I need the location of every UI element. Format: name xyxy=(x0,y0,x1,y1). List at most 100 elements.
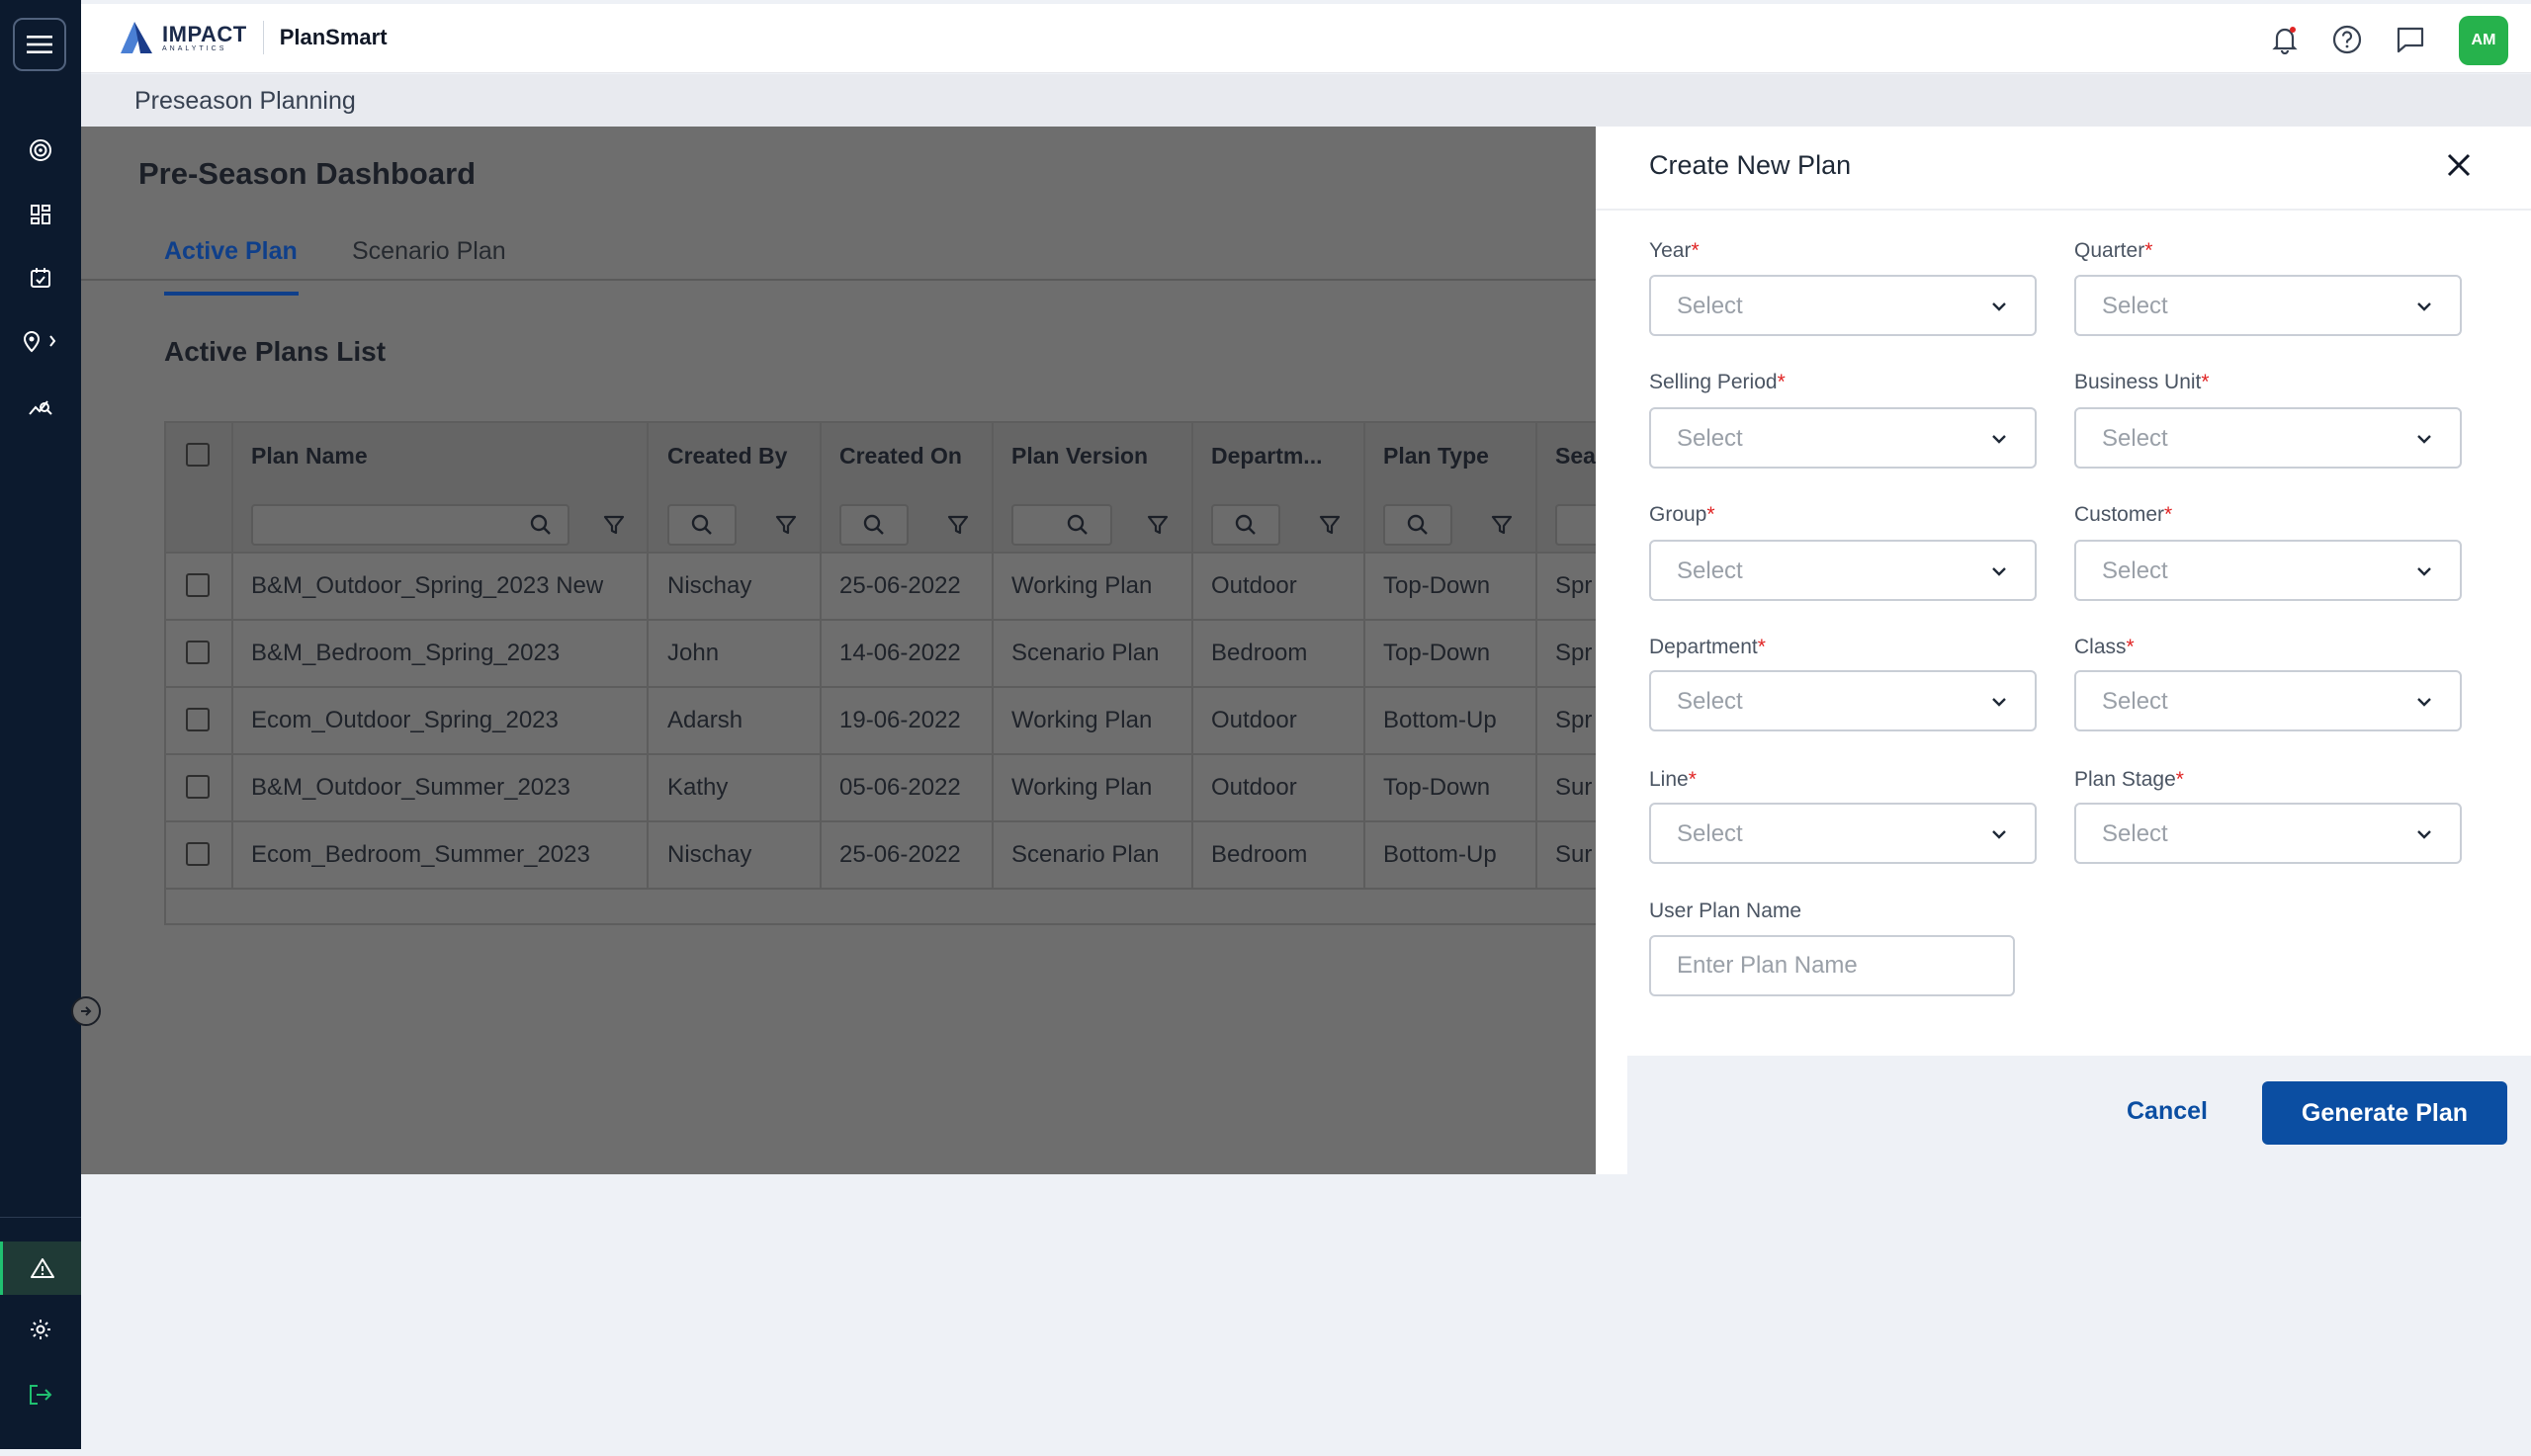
cell-created-on: 25-06-2022 xyxy=(839,572,961,599)
customer-select[interactable]: Select xyxy=(2074,540,2462,601)
row-checkbox[interactable] xyxy=(186,641,210,664)
target-icon xyxy=(30,139,51,161)
year-label: Year* xyxy=(1649,239,1700,263)
cell-department: Bedroom xyxy=(1211,640,1308,666)
column-header-created-by[interactable]: Created By xyxy=(667,443,787,470)
business-unit-select-value: Select xyxy=(2102,425,2168,452)
table-row[interactable]: B&M_Bedroom_Spring_2023 John 14-06-2022 … xyxy=(166,621,1596,688)
user-plan-name-input[interactable] xyxy=(1651,937,2013,994)
generate-plan-button[interactable]: Generate Plan xyxy=(2262,1081,2507,1145)
search-icon[interactable] xyxy=(528,512,554,538)
group-select[interactable]: Select xyxy=(1649,540,2037,601)
sidebar-item-target[interactable] xyxy=(0,126,81,175)
row-checkbox[interactable] xyxy=(186,573,210,597)
sidebar-item-alerts[interactable] xyxy=(0,1242,81,1295)
department-select[interactable]: Select xyxy=(1649,670,2037,731)
subheader: Preseason Planning xyxy=(81,74,2531,128)
plan-stage-label-text: Plan Stage xyxy=(2074,768,2176,791)
plan-name-search-input[interactable] xyxy=(251,504,569,546)
selling-period-select[interactable]: Select xyxy=(1649,407,2037,469)
chevron-down-icon xyxy=(1992,698,2006,707)
line-select[interactable]: Select xyxy=(1649,803,2037,864)
selling-period-label: Selling Period* xyxy=(1649,371,1786,394)
chat-icon xyxy=(2397,27,2424,53)
top-header: IMPACT ANALYTICS PlanSmart AM xyxy=(81,4,2531,73)
required-marker: * xyxy=(1691,239,1700,262)
cell-plan-version: Scenario Plan xyxy=(1011,640,1160,666)
calendar-check-icon xyxy=(31,268,50,288)
cell-department: Outdoor xyxy=(1211,572,1297,599)
line-select-value: Select xyxy=(1677,820,1743,847)
company-logo[interactable]: IMPACT ANALYTICS PlanSmart xyxy=(117,18,388,57)
column-header-plan-type[interactable]: Plan Type xyxy=(1383,443,1489,470)
table-row[interactable]: B&M_Outdoor_Spring_2023 New Nischay 25-0… xyxy=(166,554,1596,621)
cell-created-on: 14-06-2022 xyxy=(839,640,961,666)
quarter-select[interactable]: Select xyxy=(2074,275,2462,336)
table-row[interactable]: Ecom_Outdoor_Spring_2023 Adarsh 19-06-20… xyxy=(166,688,1596,755)
cancel-button[interactable]: Cancel xyxy=(2127,1097,2208,1126)
app-name: PlanSmart xyxy=(279,25,388,49)
sidebar-item-settings[interactable] xyxy=(0,1305,81,1354)
drawer-footer: Cancel Generate Plan xyxy=(1627,1056,2531,1174)
messages-button[interactable] xyxy=(2395,24,2426,55)
chevron-down-icon xyxy=(1992,567,2006,576)
year-select-value: Select xyxy=(1677,293,1743,319)
row-checkbox[interactable] xyxy=(186,708,210,731)
filter-icon[interactable] xyxy=(945,512,971,538)
impact-logo-icon xyxy=(121,22,152,53)
user-plan-name-field[interactable] xyxy=(1649,935,2015,996)
sidebar-item-location[interactable] xyxy=(0,316,81,366)
year-select[interactable]: Select xyxy=(1649,275,2037,336)
filter-icon[interactable] xyxy=(773,512,799,538)
search-icon xyxy=(1235,514,1256,535)
plan-stage-select-value: Select xyxy=(2102,820,2168,847)
column-header-season[interactable]: Sea xyxy=(1555,443,1596,470)
chevron-down-icon xyxy=(1992,435,2006,444)
sidebar-expand-button[interactable] xyxy=(71,996,101,1026)
help-button[interactable] xyxy=(2331,24,2363,55)
chevron-down-icon xyxy=(2417,567,2431,576)
dashboard-icon xyxy=(31,205,50,224)
sidebar-item-analytics[interactable] xyxy=(0,382,81,431)
analytics-icon xyxy=(29,400,52,415)
close-drawer-button[interactable] xyxy=(2442,148,2476,182)
filter-icon[interactable] xyxy=(1317,512,1343,538)
drawer-title: Create New Plan xyxy=(1649,150,1852,180)
select-all-checkbox[interactable] xyxy=(186,443,210,467)
class-select[interactable]: Select xyxy=(2074,670,2462,731)
filter-icon[interactable] xyxy=(1145,512,1171,538)
hamburger-menu-button[interactable] xyxy=(13,18,66,71)
cell-plan-version: Working Plan xyxy=(1011,572,1153,599)
required-marker: * xyxy=(2126,636,2135,658)
sidebar-item-logout[interactable] xyxy=(0,1370,81,1419)
tab-scenario-plan[interactable]: Scenario Plan xyxy=(352,237,506,266)
plan-version-search-button[interactable] xyxy=(1011,504,1112,546)
business-unit-select[interactable]: Select xyxy=(2074,407,2462,469)
sidebar-item-planning[interactable] xyxy=(0,253,81,302)
filter-icon[interactable] xyxy=(1489,512,1515,538)
chevron-down-icon xyxy=(2417,698,2431,707)
cell-created-on: 19-06-2022 xyxy=(839,707,961,733)
table-row[interactable]: Ecom_Bedroom_Summer_2023 Nischay 25-06-2… xyxy=(166,822,1596,890)
drawer-divider xyxy=(1596,209,2531,211)
tab-active-plan[interactable]: Active Plan xyxy=(164,237,298,266)
cell-plan-type: Bottom-Up xyxy=(1383,841,1497,868)
department-label: Department* xyxy=(1649,636,1766,659)
row-checkbox[interactable] xyxy=(186,842,210,866)
column-header-created-on[interactable]: Created On xyxy=(839,443,962,470)
plan-stage-select[interactable]: Select xyxy=(2074,803,2462,864)
main-content-overlay: Pre-Season Dashboard Active Plan Scenari… xyxy=(81,127,1596,1174)
column-header-plan-name[interactable]: Plan Name xyxy=(251,443,368,470)
search-icon xyxy=(863,514,884,535)
filter-icon[interactable] xyxy=(601,512,627,538)
table-row[interactable]: B&M_Outdoor_Summer_2023 Kathy 05-06-2022… xyxy=(166,755,1596,822)
notifications-button[interactable] xyxy=(2269,24,2301,55)
season-search-button[interactable] xyxy=(1555,504,1596,546)
column-header-department[interactable]: Departm... xyxy=(1211,443,1322,470)
line-label: Line* xyxy=(1649,768,1697,792)
cell-plan-version: Scenario Plan xyxy=(1011,841,1160,868)
row-checkbox[interactable] xyxy=(186,775,210,799)
column-header-plan-version[interactable]: Plan Version xyxy=(1011,443,1148,470)
sidebar-item-dashboard[interactable] xyxy=(0,190,81,239)
user-avatar[interactable]: AM xyxy=(2459,16,2508,65)
